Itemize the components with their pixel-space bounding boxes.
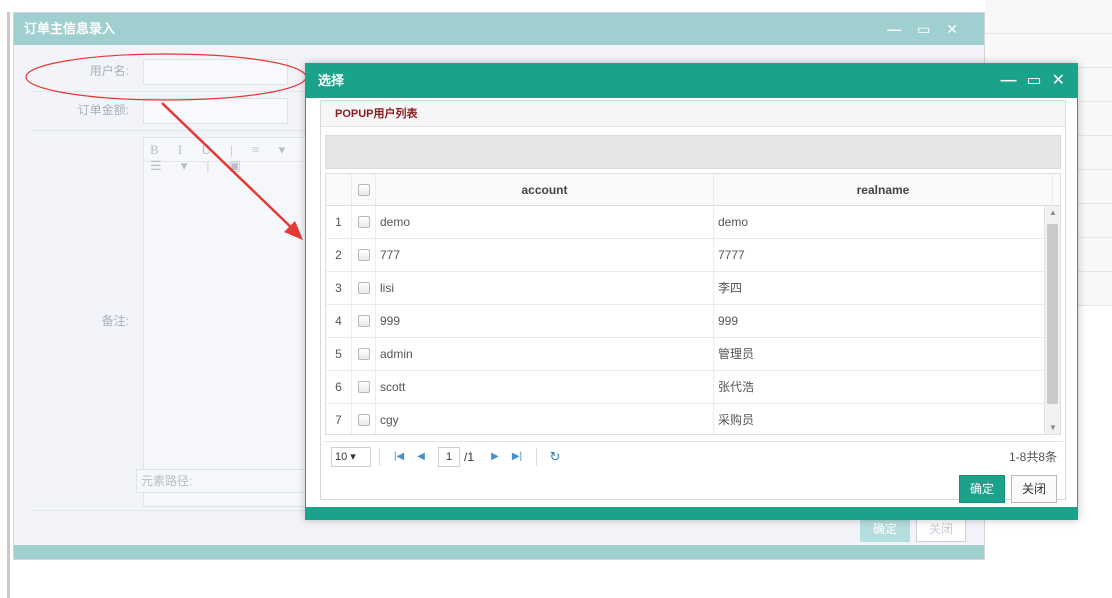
account-cell: 999 <box>376 305 714 337</box>
realname-cell: 李四 <box>714 272 1053 304</box>
grid-header: account realname <box>326 174 1060 206</box>
user-grid: account realname 1 demo demo 2 777 7777 … <box>325 173 1061 435</box>
realname-cell: 999 <box>714 305 1053 337</box>
account-cell: lisi <box>376 272 714 304</box>
page-size-value: 10 <box>335 450 348 463</box>
realname-cell: 采购员 <box>714 404 1053 434</box>
remark-editor[interactable]: B I U | ≡ ▾ ☰ ▾ | ▣ <box>143 137 323 507</box>
scroll-thumb[interactable] <box>1047 224 1058 404</box>
select-popup: 选择 — ▭ ✕ POPUP用户列表 account realname 1 de… <box>305 63 1078 520</box>
row-checkbox[interactable] <box>357 282 370 294</box>
realname-cell: 7777 <box>714 239 1053 271</box>
scroll-up-icon[interactable]: ▲ <box>1045 208 1060 217</box>
row-checkbox[interactable] <box>357 315 370 327</box>
back-dialog-footer <box>14 545 984 559</box>
maximize-icon[interactable]: ▭ <box>1026 64 1041 98</box>
page-size-select[interactable]: 10 ▾ <box>331 446 371 467</box>
popup-buttons: 确定 关闭 <box>958 475 1057 503</box>
row-number: 2 <box>326 239 352 271</box>
scroll-down-icon[interactable]: ▼ <box>1045 423 1060 432</box>
row-checkbox[interactable] <box>357 414 370 426</box>
account-cell: admin <box>376 338 714 370</box>
header-realname[interactable]: realname <box>714 174 1053 205</box>
account-cell: 777 <box>376 239 714 271</box>
realname-cell: 管理员 <box>714 338 1053 370</box>
account-cell: scott <box>376 371 714 403</box>
order-master-title-text: 订单主信息录入 <box>24 21 116 36</box>
popup-panel: POPUP用户列表 account realname 1 demo demo 2 <box>320 100 1066 500</box>
editor-path: 元素路径: <box>136 469 316 493</box>
close-icon[interactable]: ✕ <box>1052 64 1065 98</box>
close-button[interactable]: 关闭 <box>1010 475 1057 503</box>
row-number: 7 <box>326 404 352 434</box>
popup-title-text: 选择 <box>318 73 345 88</box>
select-all-checkbox[interactable] <box>357 183 370 196</box>
row-number: 1 <box>326 206 352 238</box>
last-page-icon[interactable]: ▶| <box>506 451 528 462</box>
row-number: 4 <box>326 305 352 337</box>
order-master-dialog-title: 订单主信息录入 — ▭ ✕ <box>14 13 984 45</box>
amount-input[interactable] <box>143 98 288 124</box>
header-num-cell <box>326 174 352 205</box>
editor-toolbar[interactable]: B I U | ≡ ▾ ☰ ▾ | ▣ <box>144 138 322 173</box>
table-row[interactable]: 3 lisi 李四 <box>326 272 1060 305</box>
total-pages: /1 <box>464 449 475 464</box>
table-row[interactable]: 5 admin 管理员 <box>326 338 1060 371</box>
table-row[interactable]: 7 cgy 采购员 <box>326 404 1060 434</box>
table-row[interactable]: 6 scott 张代浩 <box>326 371 1060 404</box>
next-page-icon[interactable]: ▶ <box>484 451 506 462</box>
panel-title: POPUP用户列表 <box>321 101 1065 127</box>
pager-separator <box>379 447 380 466</box>
header-account[interactable]: account <box>376 174 714 205</box>
username-label: 用户名: <box>89 64 129 78</box>
account-cell: demo <box>376 206 714 238</box>
header-checkbox-cell <box>352 174 376 205</box>
realname-cell: 张代浩 <box>714 371 1053 403</box>
row-number: 6 <box>326 371 352 403</box>
table-row[interactable]: 1 demo demo <box>326 206 1060 239</box>
row-number: 5 <box>326 338 352 370</box>
first-page-icon[interactable]: |◀ <box>388 451 410 462</box>
pagination-bar: 10 ▾ |◀ ◀ 1 /1 ▶ ▶| ↻ 1-8共8条 <box>325 441 1063 471</box>
popup-title-bar: 选择 — ▭ ✕ <box>306 64 1077 98</box>
row-checkbox[interactable] <box>357 249 370 261</box>
row-number: 3 <box>326 272 352 304</box>
popup-window-controls: — ▭ ✕ <box>1000 64 1065 98</box>
pager-info: 1-8共8条 <box>1008 450 1057 464</box>
username-input[interactable] <box>143 59 288 85</box>
realname-cell: demo <box>714 206 1053 238</box>
minimize-icon[interactable]: — <box>1000 64 1016 98</box>
remark-label: 备注: <box>101 314 129 328</box>
left-divider <box>7 12 10 598</box>
popup-footer <box>306 507 1077 519</box>
search-bar <box>325 135 1061 169</box>
table-row[interactable]: 4 999 999 <box>326 305 1060 338</box>
amount-label: 订单金额: <box>77 103 129 117</box>
prev-page-icon[interactable]: ◀ <box>410 451 432 462</box>
row-checkbox[interactable] <box>357 381 370 393</box>
account-cell: cgy <box>376 404 714 434</box>
row-checkbox[interactable] <box>357 216 370 228</box>
row-checkbox[interactable] <box>357 348 370 360</box>
table-row[interactable]: 2 777 7777 <box>326 239 1060 272</box>
refresh-icon[interactable]: ↻ <box>545 449 565 465</box>
window-controls[interactable]: — ▭ ✕ <box>887 13 964 45</box>
confirm-button[interactable]: 确定 <box>958 475 1005 503</box>
page-number-input[interactable]: 1 <box>438 446 460 467</box>
grid-scrollbar[interactable]: ▲ ▼ <box>1044 206 1060 434</box>
pager-separator <box>536 447 538 466</box>
